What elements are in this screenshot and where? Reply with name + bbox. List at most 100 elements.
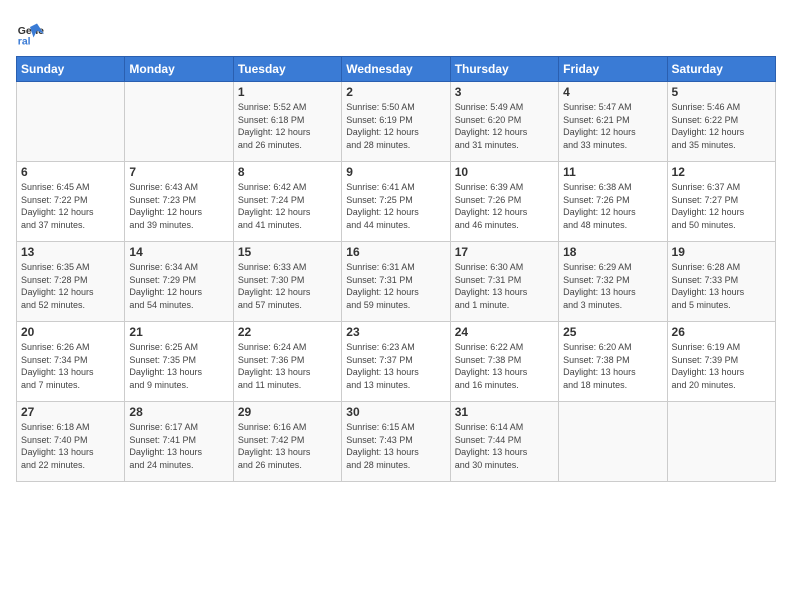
- day-number: 30: [346, 405, 445, 419]
- day-number: 28: [129, 405, 228, 419]
- calendar-cell: 21 Sunrise: 6:25 AM Sunset: 7:35 PM Dayli…: [125, 322, 233, 402]
- calendar-cell: 1 Sunrise: 5:52 AM Sunset: 6:18 PM Daylig…: [233, 82, 341, 162]
- calendar-cell: 25Sunrise: 6:20 AM Sunset: 7:38 PM Dayli…: [559, 322, 667, 402]
- week-row-3: 20 Sunrise: 6:26 AM Sunset: 7:34 PM Dayli…: [17, 322, 776, 402]
- calendar-cell: 26Sunrise: 6:19 AM Sunset: 7:39 PM Dayli…: [667, 322, 775, 402]
- day-number: 5: [672, 85, 771, 99]
- weekday-header-monday: Monday: [125, 57, 233, 82]
- cell-content: Sunrise: 5:46 AM Sunset: 6:22 PM Dayligh…: [672, 101, 771, 151]
- week-row-1: 6 Sunrise: 6:45 AM Sunset: 7:22 PM Daylig…: [17, 162, 776, 242]
- calendar-cell: 17 Sunrise: 6:30 AM Sunset: 7:31 PM Dayli…: [450, 242, 558, 322]
- day-number: 2: [346, 85, 445, 99]
- day-number: 29: [238, 405, 337, 419]
- day-number: 31: [455, 405, 554, 419]
- day-number: 24: [455, 325, 554, 339]
- calendar-cell: 15 Sunrise: 6:33 AM Sunset: 7:30 PM Dayli…: [233, 242, 341, 322]
- calendar-cell: 11 Sunrise: 6:38 AM Sunset: 7:26 PM Dayli…: [559, 162, 667, 242]
- cell-content: Sunrise: 6:22 AM Sunset: 7:38 PM Dayligh…: [455, 341, 554, 391]
- weekday-header-thursday: Thursday: [450, 57, 558, 82]
- day-number: 22: [238, 325, 337, 339]
- cell-content: Sunrise: 6:33 AM Sunset: 7:30 PM Dayligh…: [238, 261, 337, 311]
- week-row-2: 13 Sunrise: 6:35 AM Sunset: 7:28 PM Dayli…: [17, 242, 776, 322]
- day-number: 4: [563, 85, 662, 99]
- calendar-cell: [559, 402, 667, 482]
- day-number: 18: [563, 245, 662, 259]
- day-number: 14: [129, 245, 228, 259]
- day-number: 21: [129, 325, 228, 339]
- cell-content: Sunrise: 6:34 AM Sunset: 7:29 PM Dayligh…: [129, 261, 228, 311]
- day-number: 23: [346, 325, 445, 339]
- cell-content: Sunrise: 6:29 AM Sunset: 7:32 PM Dayligh…: [563, 261, 662, 311]
- cell-content: Sunrise: 5:49 AM Sunset: 6:20 PM Dayligh…: [455, 101, 554, 151]
- calendar-cell: 31 Sunrise: 6:14 AM Sunset: 7:44 PM Dayli…: [450, 402, 558, 482]
- day-number: 27: [21, 405, 120, 419]
- calendar-cell: 30 Sunrise: 6:15 AM Sunset: 7:43 PM Dayli…: [342, 402, 450, 482]
- cell-content: Sunrise: 6:24 AM Sunset: 7:36 PM Dayligh…: [238, 341, 337, 391]
- calendar-cell: [125, 82, 233, 162]
- calendar-cell: 3 Sunrise: 5:49 AM Sunset: 6:20 PM Daylig…: [450, 82, 558, 162]
- weekday-header-friday: Friday: [559, 57, 667, 82]
- cell-content: Sunrise: 6:41 AM Sunset: 7:25 PM Dayligh…: [346, 181, 445, 231]
- day-number: 11: [563, 165, 662, 179]
- day-number: 1: [238, 85, 337, 99]
- calendar-cell: 18 Sunrise: 6:29 AM Sunset: 7:32 PM Dayli…: [559, 242, 667, 322]
- day-number: 17: [455, 245, 554, 259]
- calendar-cell: [17, 82, 125, 162]
- cell-content: Sunrise: 5:47 AM Sunset: 6:21 PM Dayligh…: [563, 101, 662, 151]
- day-number: 8: [238, 165, 337, 179]
- svg-text:ral: ral: [18, 36, 31, 48]
- cell-content: Sunrise: 5:52 AM Sunset: 6:18 PM Dayligh…: [238, 101, 337, 151]
- weekday-header-row: SundayMondayTuesdayWednesdayThursdayFrid…: [17, 57, 776, 82]
- cell-content: Sunrise: 6:23 AM Sunset: 7:37 PM Dayligh…: [346, 341, 445, 391]
- calendar-cell: 28 Sunrise: 6:17 AM Sunset: 7:41 PM Dayli…: [125, 402, 233, 482]
- weekday-header-saturday: Saturday: [667, 57, 775, 82]
- calendar-cell: 20 Sunrise: 6:26 AM Sunset: 7:34 PM Dayli…: [17, 322, 125, 402]
- week-row-4: 27Sunrise: 6:18 AM Sunset: 7:40 PM Dayli…: [17, 402, 776, 482]
- calendar-cell: 19 Sunrise: 6:28 AM Sunset: 7:33 PM Dayli…: [667, 242, 775, 322]
- calendar-cell: 9Sunrise: 6:41 AM Sunset: 7:25 PM Daylig…: [342, 162, 450, 242]
- calendar-table: SundayMondayTuesdayWednesdayThursdayFrid…: [16, 56, 776, 482]
- cell-content: Sunrise: 6:38 AM Sunset: 7:26 PM Dayligh…: [563, 181, 662, 231]
- day-number: 3: [455, 85, 554, 99]
- cell-content: Sunrise: 6:30 AM Sunset: 7:31 PM Dayligh…: [455, 261, 554, 311]
- cell-content: Sunrise: 6:35 AM Sunset: 7:28 PM Dayligh…: [21, 261, 120, 311]
- day-number: 12: [672, 165, 771, 179]
- day-number: 19: [672, 245, 771, 259]
- cell-content: Sunrise: 6:25 AM Sunset: 7:35 PM Dayligh…: [129, 341, 228, 391]
- logo: Gene ral: [16, 20, 48, 48]
- cell-content: Sunrise: 6:39 AM Sunset: 7:26 PM Dayligh…: [455, 181, 554, 231]
- cell-content: Sunrise: 6:17 AM Sunset: 7:41 PM Dayligh…: [129, 421, 228, 471]
- calendar-cell: 10Sunrise: 6:39 AM Sunset: 7:26 PM Dayli…: [450, 162, 558, 242]
- calendar-cell: 7Sunrise: 6:43 AM Sunset: 7:23 PM Daylig…: [125, 162, 233, 242]
- cell-content: Sunrise: 6:37 AM Sunset: 7:27 PM Dayligh…: [672, 181, 771, 231]
- calendar-cell: 6 Sunrise: 6:45 AM Sunset: 7:22 PM Daylig…: [17, 162, 125, 242]
- calendar-cell: 5 Sunrise: 5:46 AM Sunset: 6:22 PM Daylig…: [667, 82, 775, 162]
- day-number: 13: [21, 245, 120, 259]
- calendar-cell: 23 Sunrise: 6:23 AM Sunset: 7:37 PM Dayli…: [342, 322, 450, 402]
- calendar-cell: 12 Sunrise: 6:37 AM Sunset: 7:27 PM Dayli…: [667, 162, 775, 242]
- calendar-cell: 13 Sunrise: 6:35 AM Sunset: 7:28 PM Dayli…: [17, 242, 125, 322]
- cell-content: Sunrise: 6:15 AM Sunset: 7:43 PM Dayligh…: [346, 421, 445, 471]
- week-row-0: 1 Sunrise: 5:52 AM Sunset: 6:18 PM Daylig…: [17, 82, 776, 162]
- calendar-cell: 4 Sunrise: 5:47 AM Sunset: 6:21 PM Daylig…: [559, 82, 667, 162]
- calendar-cell: 22 Sunrise: 6:24 AM Sunset: 7:36 PM Dayli…: [233, 322, 341, 402]
- cell-content: Sunrise: 6:28 AM Sunset: 7:33 PM Dayligh…: [672, 261, 771, 311]
- calendar-cell: [667, 402, 775, 482]
- calendar-cell: 2 Sunrise: 5:50 AM Sunset: 6:19 PM Daylig…: [342, 82, 450, 162]
- cell-content: Sunrise: 6:31 AM Sunset: 7:31 PM Dayligh…: [346, 261, 445, 311]
- cell-content: Sunrise: 6:20 AM Sunset: 7:38 PM Dayligh…: [563, 341, 662, 391]
- page-header: Gene ral: [16, 16, 776, 48]
- cell-content: Sunrise: 5:50 AM Sunset: 6:19 PM Dayligh…: [346, 101, 445, 151]
- calendar-cell: 29 Sunrise: 6:16 AM Sunset: 7:42 PM Dayli…: [233, 402, 341, 482]
- day-number: 6: [21, 165, 120, 179]
- cell-content: Sunrise: 6:19 AM Sunset: 7:39 PM Dayligh…: [672, 341, 771, 391]
- cell-content: Sunrise: 6:14 AM Sunset: 7:44 PM Dayligh…: [455, 421, 554, 471]
- day-number: 20: [21, 325, 120, 339]
- day-number: 15: [238, 245, 337, 259]
- cell-content: Sunrise: 6:26 AM Sunset: 7:34 PM Dayligh…: [21, 341, 120, 391]
- cell-content: Sunrise: 6:16 AM Sunset: 7:42 PM Dayligh…: [238, 421, 337, 471]
- weekday-header-tuesday: Tuesday: [233, 57, 341, 82]
- logo-icon: Gene ral: [16, 20, 44, 48]
- cell-content: Sunrise: 6:45 AM Sunset: 7:22 PM Dayligh…: [21, 181, 120, 231]
- day-number: 7: [129, 165, 228, 179]
